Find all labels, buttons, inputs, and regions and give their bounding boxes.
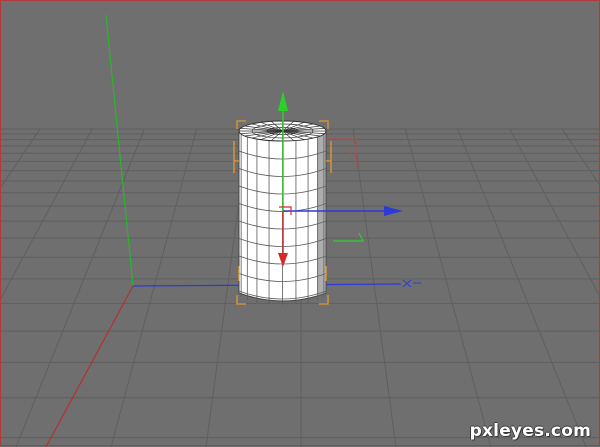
watermark-text: pxleyes.com [469,421,591,441]
grid-line [561,129,600,187]
world-y-axis [105,14,134,287]
y-axis-arrow-icon[interactable] [278,91,288,111]
grid-line [457,129,587,447]
grid-line [509,129,600,298]
grid-line [352,129,397,447]
world-axis-icon [45,14,421,447]
grid-line [405,129,492,447]
grid-line [1,129,93,300]
x-axis-arrow-icon[interactable] [384,206,403,216]
grid-line [110,129,197,447]
world-x-label-icon [402,279,421,288]
world-z-axis [45,285,134,447]
viewport-scene[interactable] [1,1,600,447]
3d-viewport[interactable]: pxleyes.com [0,0,600,447]
grid-line [15,129,145,447]
cylinder-dark-side [317,131,326,297]
z-plane-handle-icon[interactable] [333,232,364,242]
